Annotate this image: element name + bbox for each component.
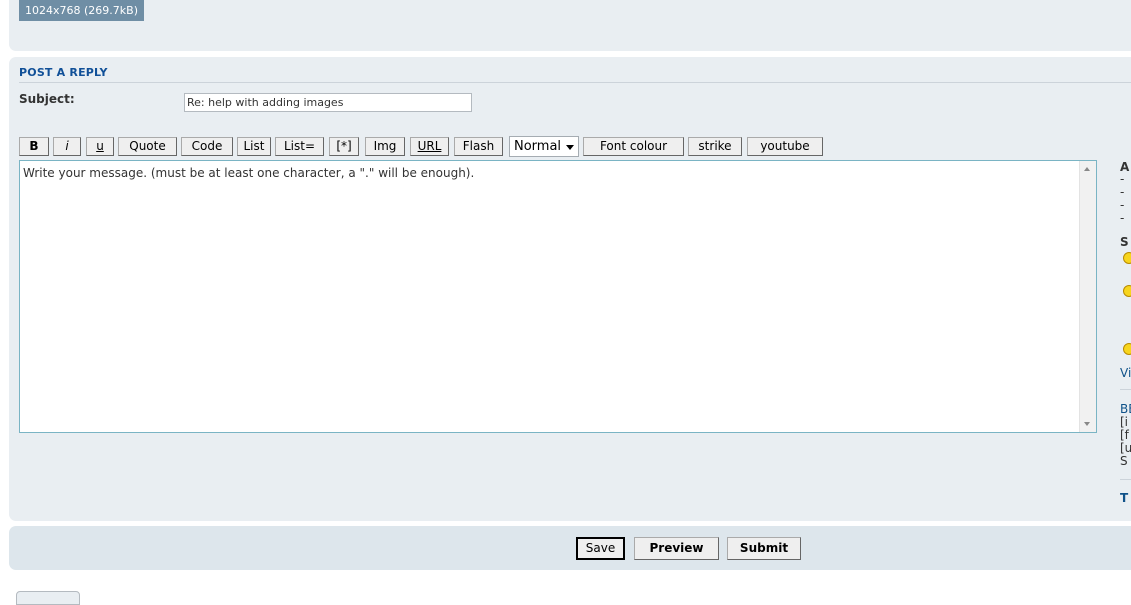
post-reply-panel: POST A REPLY Subject: B i u Quote Code L… <box>9 57 1131 521</box>
smiley-icon[interactable] <box>1123 343 1131 355</box>
heading-divider <box>19 82 1131 83</box>
list-ordered-button[interactable]: List= <box>275 137 324 156</box>
preview-button[interactable]: Preview <box>634 537 719 560</box>
bold-button[interactable]: B <box>19 137 49 156</box>
sidebar-divider <box>1120 389 1131 390</box>
sidebar-divider <box>1120 479 1131 480</box>
italic-button[interactable]: i <box>53 137 81 156</box>
smiley-icon[interactable] <box>1123 285 1131 297</box>
bbcode-status-3: [u <box>1120 441 1131 455</box>
img-button[interactable]: Img <box>365 137 405 156</box>
sidebar-dash-1: - <box>1120 172 1125 186</box>
subject-label: Subject: <box>19 92 75 106</box>
scroll-down-icon[interactable] <box>1084 422 1090 426</box>
bbcode-status-2: [f <box>1120 428 1129 442</box>
font-size-select[interactable]: Normal <box>509 136 579 157</box>
quote-button[interactable]: Quote <box>118 137 177 156</box>
list-item-button[interactable]: [*] <box>329 137 359 156</box>
url-button[interactable]: URL <box>410 137 449 156</box>
sidebar-heading-t: T <box>1120 491 1129 505</box>
chevron-down-icon <box>566 145 574 150</box>
youtube-button[interactable]: youtube <box>747 137 823 156</box>
bottom-tab[interactable] <box>16 591 80 605</box>
smiley-icon[interactable] <box>1123 252 1131 264</box>
sidebar-dash-2: - <box>1120 185 1125 199</box>
attachment-panel: 1024x768 (269.7kB) <box>9 0 1131 51</box>
message-placeholder: Write your message. (must be at least on… <box>23 166 475 180</box>
sidebar-heading-smilies: S <box>1120 235 1129 249</box>
sidebar-dash-3: - <box>1120 198 1125 212</box>
message-textarea[interactable]: Write your message. (must be at least on… <box>19 160 1097 433</box>
message-scrollbar[interactable] <box>1079 161 1096 432</box>
list-button[interactable]: List <box>237 137 271 156</box>
save-button[interactable]: Save <box>576 537 625 560</box>
post-reply-heading: POST A REPLY <box>19 66 108 79</box>
font-colour-button[interactable]: Font colour <box>583 137 684 156</box>
bbcode-status-4: S <box>1120 454 1128 468</box>
font-size-value: Normal <box>514 139 562 154</box>
sidebar-dash-4: - <box>1120 211 1125 225</box>
flash-button[interactable]: Flash <box>454 137 503 156</box>
posting-sidebar: A - - - - S Vi BB [i [f [u S T <box>1120 160 1131 510</box>
bbcode-link[interactable]: BB <box>1120 402 1131 416</box>
underline-button[interactable]: u <box>86 137 114 156</box>
code-button[interactable]: Code <box>181 137 233 156</box>
strike-button[interactable]: strike <box>688 137 742 156</box>
subject-input[interactable] <box>184 93 472 112</box>
scroll-up-icon[interactable] <box>1084 167 1090 171</box>
submit-buttons-panel: Save Preview Submit <box>9 526 1131 570</box>
attachment-size-label: 1024x768 (269.7kB) <box>19 0 144 21</box>
view-more-smilies-link[interactable]: Vi <box>1120 366 1131 380</box>
bbcode-status-1: [i <box>1120 415 1129 429</box>
submit-button[interactable]: Submit <box>727 537 801 560</box>
